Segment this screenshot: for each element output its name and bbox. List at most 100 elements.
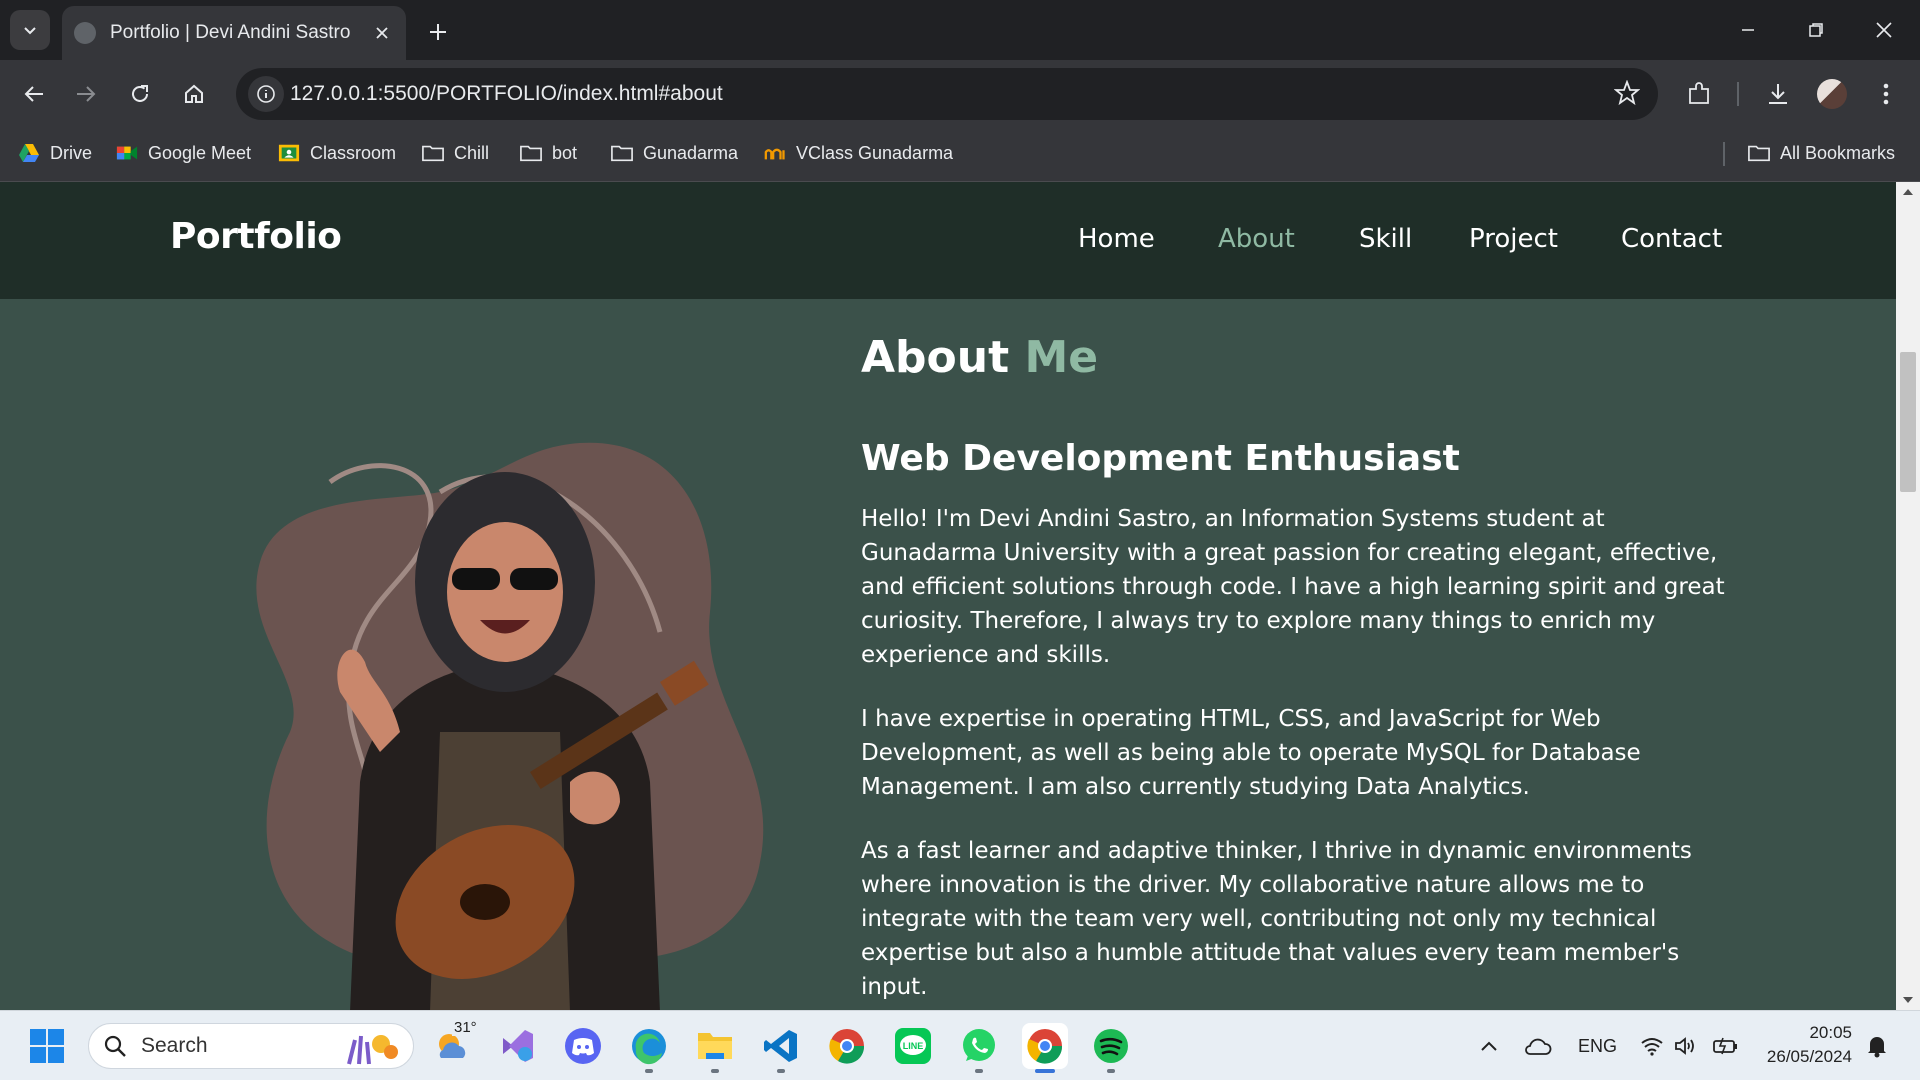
taskbar-edge[interactable] [626, 1023, 672, 1073]
close-icon [376, 27, 388, 39]
bookmarks-bar: Drive Google Meet Classroom Chill bot Gu… [0, 128, 1920, 182]
sunglasses [510, 568, 558, 590]
site-info-button[interactable] [248, 76, 284, 112]
nav-skill[interactable]: Skill [1359, 224, 1412, 254]
bookmark-star-button[interactable] [1613, 79, 1641, 110]
globe-icon [74, 22, 96, 44]
weather-temperature: 31° [452, 1019, 479, 1036]
running-indicator [645, 1069, 653, 1073]
bookmark-label: Classroom [310, 142, 397, 163]
about-heading-main: About [861, 332, 1010, 383]
new-tab-button[interactable] [420, 14, 456, 50]
profile-button[interactable] [1814, 76, 1850, 112]
scroll-up-button[interactable] [1896, 182, 1920, 202]
chevron-down-icon [24, 27, 36, 35]
nav-home[interactable]: Home [1078, 224, 1155, 254]
bookmark-label: Google Meet [148, 142, 252, 163]
windows-taskbar: Search 31° LINE ENG 20:05 26/05/2024 [0, 1010, 1920, 1080]
bookmark-google-meet[interactable]: Google Meet [116, 138, 251, 168]
forward-button[interactable] [64, 72, 108, 116]
folder-icon [611, 142, 633, 164]
taskbar-spotify[interactable] [1088, 1023, 1134, 1073]
home-button[interactable] [172, 72, 216, 116]
start-button[interactable] [26, 1025, 68, 1067]
bookmark-classroom[interactable]: Classroom [278, 138, 396, 168]
back-button[interactable] [12, 72, 56, 116]
chrome-icon [1027, 1029, 1063, 1064]
taskbar-whatsapp[interactable] [956, 1023, 1002, 1073]
extensions-button[interactable] [1681, 76, 1717, 112]
folder-icon [520, 142, 542, 164]
menu-button[interactable] [1868, 76, 1904, 112]
about-paragraph: I have expertise in operating HTML, CSS,… [861, 706, 1641, 800]
site-logo[interactable]: Portfolio [170, 216, 342, 257]
puzzle-icon [1689, 82, 1709, 104]
page-scrollbar[interactable] [1896, 182, 1920, 1010]
restore-icon [1809, 23, 1823, 37]
browser-tab[interactable]: Portfolio | Devi Andini Sastro [62, 6, 406, 60]
reload-button[interactable] [118, 72, 162, 116]
bookmark-vclass[interactable]: VClass Gunadarma [764, 138, 953, 168]
bookmark-folder-gunadarma[interactable]: Gunadarma [611, 138, 738, 168]
bookmark-drive[interactable]: Drive [18, 138, 92, 168]
edge-icon [632, 1029, 666, 1065]
bookmark-label: Gunadarma [643, 142, 739, 163]
onedrive-button[interactable] [1524, 1031, 1552, 1061]
taskbar-discord[interactable] [560, 1023, 606, 1069]
whatsapp-icon [963, 1029, 995, 1061]
volume-button[interactable] [1674, 1031, 1698, 1061]
language-label: ENG [1578, 1035, 1618, 1056]
minimize-button[interactable] [1720, 8, 1776, 52]
folder-icon [698, 1033, 732, 1059]
windows-logo-icon [30, 1029, 64, 1063]
visual-studio-icon [503, 1030, 533, 1062]
speaker-icon [1675, 1037, 1694, 1055]
scroll-down-button[interactable] [1896, 990, 1920, 1010]
tab-close-button[interactable] [370, 21, 394, 45]
taskbar-line[interactable]: LINE [890, 1023, 936, 1069]
toolbar-separator [1737, 82, 1739, 106]
bookmarks-separator [1723, 142, 1725, 166]
bookmark-label: Chill [454, 142, 490, 163]
taskbar-chrome-profile[interactable] [824, 1023, 870, 1069]
battery-button[interactable] [1712, 1031, 1740, 1061]
nav-contact[interactable]: Contact [1621, 224, 1722, 254]
vclass-icon [764, 142, 786, 164]
discord-icon [565, 1028, 601, 1064]
restore-button[interactable] [1788, 8, 1844, 52]
bookmark-folder-chill[interactable]: Chill [422, 138, 489, 168]
url-text: 127.0.0.1:5500/PORTFOLIO/index.html#abou… [290, 82, 723, 105]
taskbar-search[interactable]: Search [88, 1023, 414, 1069]
bookmark-folder-bot[interactable]: bot [520, 138, 577, 168]
home-icon [185, 84, 203, 103]
address-bar[interactable]: 127.0.0.1:5500/PORTFOLIO/index.html#abou… [236, 68, 1658, 120]
sunglasses [452, 568, 500, 590]
notifications-button[interactable] [1866, 1031, 1888, 1061]
avatar [1817, 79, 1847, 109]
network-button[interactable] [1640, 1031, 1664, 1061]
vscode-icon [764, 1030, 797, 1062]
download-icon [1769, 84, 1787, 104]
active-indicator [1035, 1069, 1055, 1073]
taskbar-visual-studio[interactable] [494, 1023, 540, 1069]
triangle-up-icon [1903, 189, 1913, 195]
taskbar-clock[interactable]: 20:05 26/05/2024 [1760, 1021, 1852, 1069]
nav-about[interactable]: About [1218, 224, 1295, 254]
chrome-icon [829, 1029, 865, 1064]
downloads-button[interactable] [1760, 76, 1796, 112]
nav-project[interactable]: Project [1469, 224, 1558, 254]
taskbar-chrome[interactable] [1022, 1023, 1068, 1073]
wifi-icon [1641, 1038, 1663, 1056]
site-navbar: Portfolio Home About Skill Project Conta… [0, 182, 1896, 299]
language-indicator[interactable]: ENG [1578, 1031, 1617, 1061]
profile-photo [256, 442, 764, 1010]
taskbar-file-explorer[interactable] [692, 1023, 738, 1073]
about-paragraph: Hello! I'm Devi Andini Sastro, an Inform… [861, 506, 1725, 668]
chevron-up-icon [1481, 1041, 1497, 1051]
all-bookmarks-button[interactable]: All Bookmarks [1748, 138, 1895, 168]
scroll-thumb[interactable] [1900, 352, 1916, 492]
show-hidden-icons-button[interactable] [1480, 1031, 1498, 1061]
close-window-button[interactable] [1856, 8, 1912, 52]
tab-search-button[interactable] [10, 10, 50, 50]
taskbar-vscode[interactable] [758, 1023, 804, 1073]
